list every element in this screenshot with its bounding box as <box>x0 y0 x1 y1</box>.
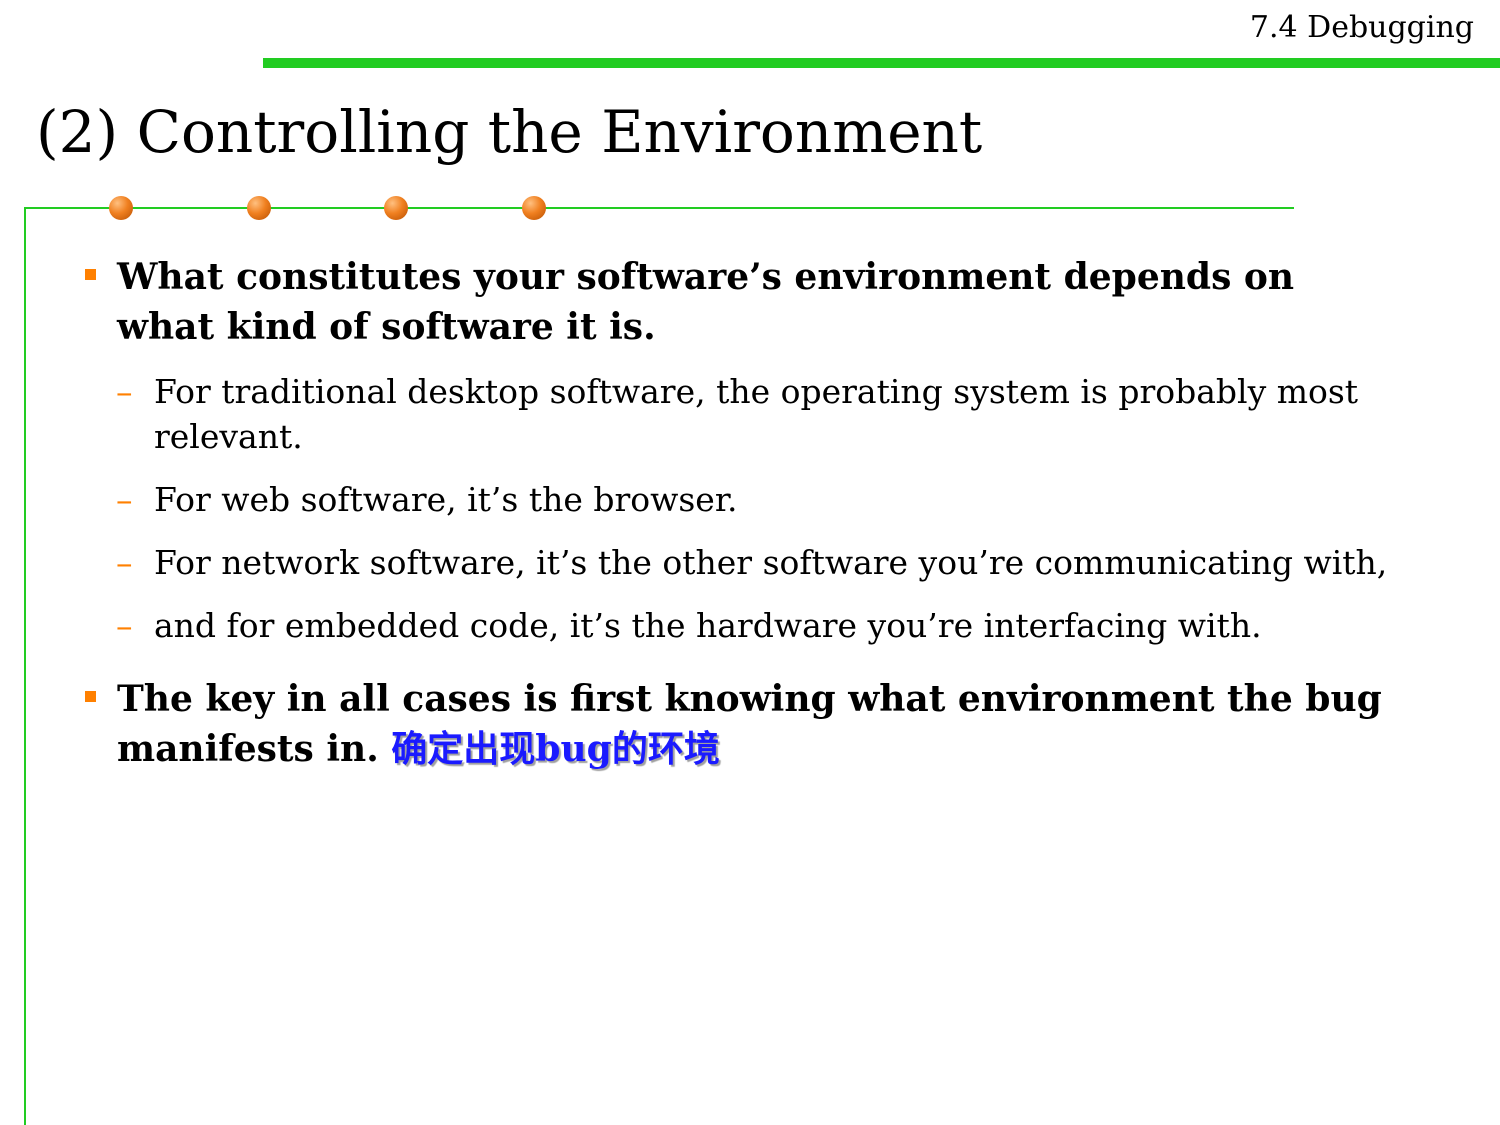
square-bullet-icon <box>85 691 96 702</box>
left-frame-rule <box>24 207 26 1125</box>
decorative-dot-icon <box>522 196 546 220</box>
dash-bullet-icon: – <box>116 543 133 582</box>
bullet-item: The key in all cases is first knowing wh… <box>85 674 1387 774</box>
sub-bullet-item: – For web software, it’s the browser. <box>116 477 1394 522</box>
bullet-item: What constitutes your software’s environ… <box>85 252 1387 352</box>
chinese-highlight-note: 确定出现bug的环境 <box>391 728 720 770</box>
sub-bullet-text: For network software, it’s the other sof… <box>154 543 1388 582</box>
sub-bullet-text: For traditional desktop software, the op… <box>154 372 1359 456</box>
sub-bullet-text: For web software, it’s the browser. <box>154 480 738 519</box>
dash-bullet-icon: – <box>116 372 133 411</box>
sub-bullet-item: – For traditional desktop software, the … <box>116 369 1394 459</box>
square-bullet-icon <box>85 269 96 280</box>
decorative-dot-icon <box>247 196 271 220</box>
slide-title: (2) Controlling the Environment <box>36 98 983 166</box>
sub-bullet-item: – For network software, it’s the other s… <box>116 540 1394 585</box>
bullet-text: The key in all cases is first knowing wh… <box>117 678 1382 770</box>
sub-bullet-text: and for embedded code, it’s the hardware… <box>154 606 1262 645</box>
header-rule <box>263 58 1500 68</box>
section-label: 7.4 Debugging <box>1249 10 1474 45</box>
dash-bullet-icon: – <box>116 606 133 645</box>
sub-bullet-item: – and for embedded code, it’s the hardwa… <box>116 603 1394 648</box>
decorative-dot-icon <box>384 196 408 220</box>
title-underline <box>24 207 1294 209</box>
bullet-text: What constitutes your software’s environ… <box>117 256 1295 348</box>
decorative-dot-icon <box>109 196 133 220</box>
dash-bullet-icon: – <box>116 480 133 519</box>
